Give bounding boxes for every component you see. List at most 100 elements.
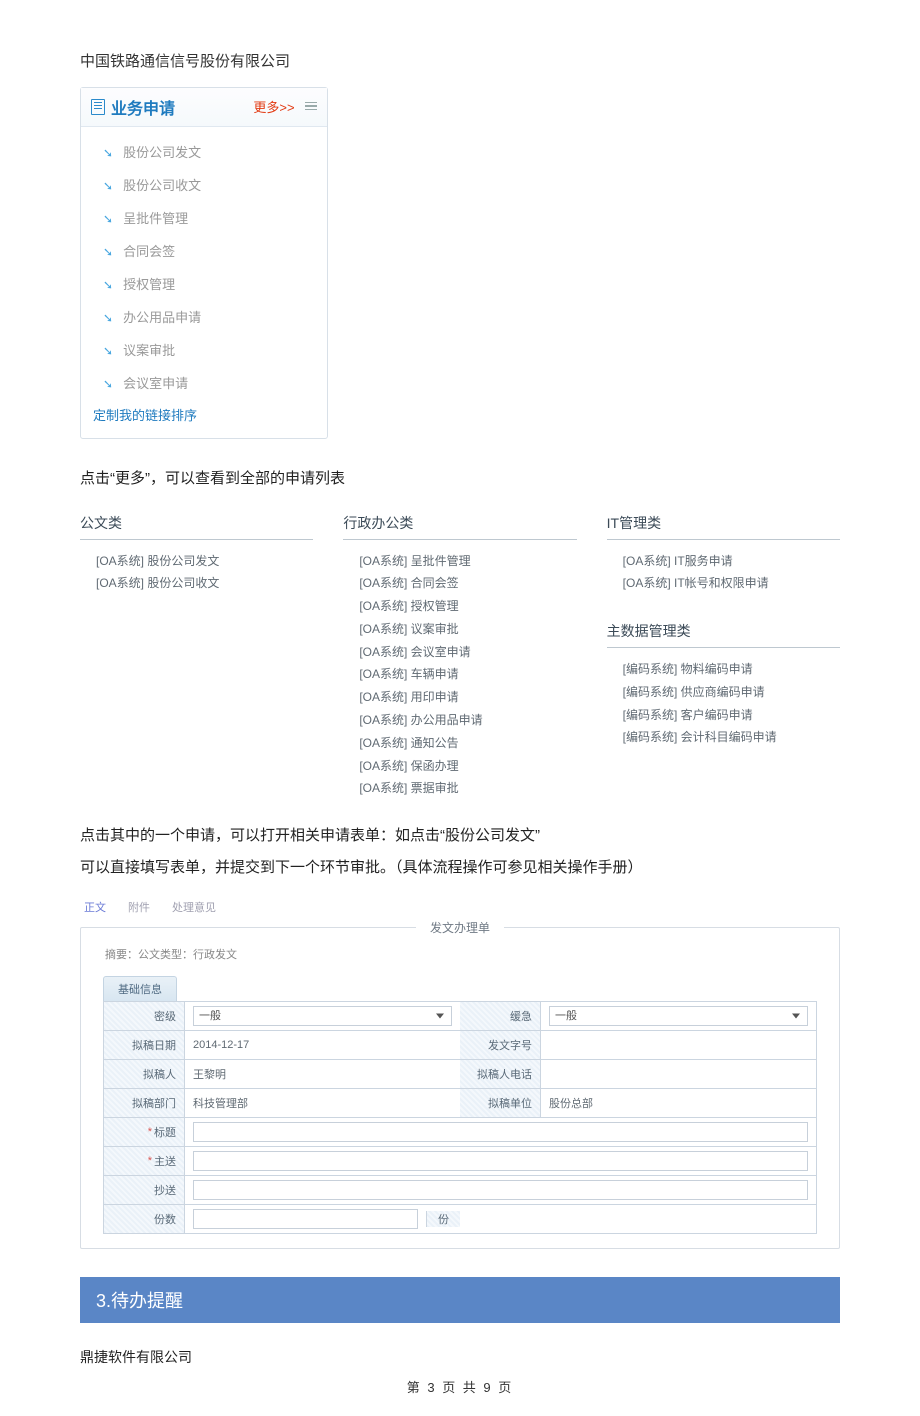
- customize-link[interactable]: 定制我的链接排序: [81, 399, 327, 432]
- form-legend: 发文办理单: [416, 919, 504, 936]
- footer-company: 鼎捷软件有限公司: [80, 1347, 840, 1367]
- label-urgent: 缓急: [460, 1002, 540, 1030]
- tab-main[interactable]: 正文: [84, 899, 106, 915]
- category-item[interactable]: [OA系统] 授权管理: [359, 595, 576, 618]
- input-copies[interactable]: [193, 1209, 418, 1229]
- category-heading: 行政办公类: [343, 511, 576, 540]
- category-item[interactable]: [OA系统] IT服务申请: [623, 550, 840, 573]
- category-gongwen: 公文类 [OA系统] 股份公司发文 [OA系统] 股份公司收文: [80, 511, 313, 801]
- category-item[interactable]: [OA系统] 呈批件管理: [359, 550, 576, 573]
- select-urgent[interactable]: 一般: [549, 1006, 808, 1026]
- sidebar-item-label: 股份公司发文: [123, 142, 201, 161]
- sidebar-item-huiyi[interactable]: ➘会议室申请: [81, 366, 327, 399]
- field-cc: [184, 1175, 816, 1204]
- category-heading: 主数据管理类: [607, 619, 840, 648]
- paragraph-open-form: 点击其中的一个申请，可以打开相关申请表单：如点击“股份公司发文” 可以直接填写表…: [80, 820, 840, 883]
- more-link[interactable]: 更多>>: [253, 100, 294, 115]
- paragraph-line: 可以直接填写表单，并提交到下一个环节审批。（具体流程操作可参见相关操作手册）: [80, 859, 643, 876]
- category-item[interactable]: [OA系统] 股份公司收文: [96, 572, 313, 595]
- copies-unit: 份: [426, 1211, 460, 1227]
- category-it: IT管理类 [OA系统] IT服务申请 [OA系统] IT帐号和权限申请: [607, 511, 840, 596]
- sidebar-item-label: 议案审批: [123, 340, 175, 359]
- field-secret: 一般: [184, 1002, 460, 1030]
- arrow-icon: ➘: [103, 146, 113, 160]
- input-title[interactable]: [193, 1122, 808, 1142]
- field-phone: [540, 1059, 816, 1088]
- document-icon: [91, 99, 105, 115]
- category-heading: 公文类: [80, 511, 313, 540]
- category-item[interactable]: [OA系统] 保函办理: [359, 755, 576, 778]
- arrow-icon: ➘: [103, 344, 113, 358]
- label-dept: 拟稿部门: [104, 1088, 184, 1117]
- category-item[interactable]: [编码系统] 会计科目编码申请: [623, 726, 840, 749]
- menu-icon[interactable]: [305, 100, 317, 113]
- category-xingzheng: 行政办公类 [OA系统] 呈批件管理 [OA系统] 合同会签 [OA系统] 授权…: [343, 511, 576, 801]
- label-draft-date: 拟稿日期: [104, 1030, 184, 1059]
- section-heading-todo: 3.待办提醒: [80, 1277, 840, 1323]
- field-title: [184, 1117, 816, 1146]
- value-draft-date: 2014-12-17: [193, 1039, 249, 1051]
- field-copies: 份: [184, 1204, 460, 1233]
- category-item[interactable]: [编码系统] 客户编码申请: [623, 704, 840, 727]
- category-item[interactable]: [OA系统] 合同会签: [359, 572, 576, 595]
- arrow-icon: ➘: [103, 179, 113, 193]
- field-doc-no: [540, 1030, 816, 1059]
- input-cc[interactable]: [193, 1180, 808, 1200]
- sidebar-item-chengpi[interactable]: ➘ 呈批件管理: [81, 201, 327, 234]
- form-tabs: 正文 附件 处理意见: [80, 899, 840, 915]
- form-summary: 摘要：公文类型：行政发文: [105, 946, 817, 962]
- sidebar-item-shouwen[interactable]: ➘股份公司收文: [81, 168, 327, 201]
- panel-body: ➘ 股份公司发文 ➘股份公司收文 ➘ 呈批件管理 ➘ 合同会签 ➘ 授权管理 ➘办公用品…: [81, 127, 327, 438]
- label-secret: 密级: [104, 1002, 184, 1030]
- input-main-send[interactable]: [193, 1151, 808, 1171]
- label-copies: 份数: [104, 1204, 184, 1233]
- category-list: 公文类 [OA系统] 股份公司发文 [OA系统] 股份公司收文 行政办公类 [O…: [80, 511, 840, 801]
- paragraph-line: 点击其中的一个申请，可以打开相关申请表单：如点击“股份公司发文”: [80, 827, 540, 844]
- page-header-company: 中国铁路通信信号股份有限公司: [80, 50, 840, 71]
- sidebar-item-label: 合同会签: [123, 241, 175, 260]
- category-item[interactable]: [OA系统] 股份公司发文: [96, 550, 313, 573]
- panel-header: 业务申请 更多>>: [81, 88, 327, 127]
- label-unit: 拟稿单位: [460, 1088, 540, 1117]
- category-mdm: 主数据管理类 [编码系统] 物料编码申请 [编码系统] 供应商编码申请 [编码系…: [607, 619, 840, 749]
- field-dept: 科技管理部: [184, 1088, 460, 1117]
- label-phone: 拟稿人电话: [460, 1059, 540, 1088]
- select-secret[interactable]: 一般: [193, 1006, 452, 1026]
- arrow-icon: ➘: [103, 245, 113, 259]
- category-item[interactable]: [OA系统] 议案审批: [359, 618, 576, 641]
- field-empty: [460, 1204, 816, 1233]
- business-apply-panel: 业务申请 更多>> ➘ 股份公司发文 ➘股份公司收文 ➘ 呈批件管理 ➘ 合同会签 ➘…: [80, 87, 328, 439]
- sidebar-item-label: 授权管理: [123, 274, 175, 293]
- arrow-icon: ➘: [103, 212, 113, 226]
- field-draft-date: 2014-12-17: [184, 1030, 460, 1059]
- category-item[interactable]: [OA系统] 车辆申请: [359, 663, 576, 686]
- field-urgent: 一般: [540, 1002, 816, 1030]
- category-item[interactable]: [OA系统] 票据审批: [359, 777, 576, 800]
- label-main-send: *主送: [104, 1146, 184, 1175]
- arrow-icon: ➘: [103, 278, 113, 292]
- sidebar-item-yian[interactable]: ➘ 议案审批: [81, 333, 327, 366]
- category-item[interactable]: [OA系统] 用印申请: [359, 686, 576, 709]
- paragraph-more-hint: 点击“更多”，可以查看到全部的申请列表: [80, 463, 840, 495]
- category-item[interactable]: [编码系统] 供应商编码申请: [623, 681, 840, 704]
- category-item[interactable]: [OA系统] 通知公告: [359, 732, 576, 755]
- sidebar-item-bangong[interactable]: ➘办公用品申请: [81, 300, 327, 333]
- category-item[interactable]: [OA系统] 会议室申请: [359, 641, 576, 664]
- category-item[interactable]: [编码系统] 物料编码申请: [623, 658, 840, 681]
- value-drafter: 王黎明: [193, 1066, 226, 1082]
- sidebar-item-fawen[interactable]: ➘ 股份公司发文: [81, 135, 327, 168]
- label-title: *标题: [104, 1117, 184, 1146]
- field-drafter: 王黎明: [184, 1059, 460, 1088]
- dispatch-form: 发文办理单 摘要：公文类型：行政发文 基础信息 密级 一般 缓急 一般 拟稿日期…: [80, 927, 840, 1249]
- category-item[interactable]: [OA系统] 办公用品申请: [359, 709, 576, 732]
- tab-attach[interactable]: 附件: [128, 899, 150, 915]
- sidebar-item-label: 会议室申请: [123, 373, 188, 392]
- category-item[interactable]: [OA系统] IT帐号和权限申请: [623, 572, 840, 595]
- label-doc-no: 发文字号: [460, 1030, 540, 1059]
- tab-opinion[interactable]: 处理意见: [172, 899, 216, 915]
- sidebar-item-shouquan[interactable]: ➘ 授权管理: [81, 267, 327, 300]
- category-heading: IT管理类: [607, 511, 840, 540]
- field-main-send: [184, 1146, 816, 1175]
- sidebar-item-label: 呈批件管理: [123, 208, 188, 227]
- sidebar-item-hetong[interactable]: ➘ 合同会签: [81, 234, 327, 267]
